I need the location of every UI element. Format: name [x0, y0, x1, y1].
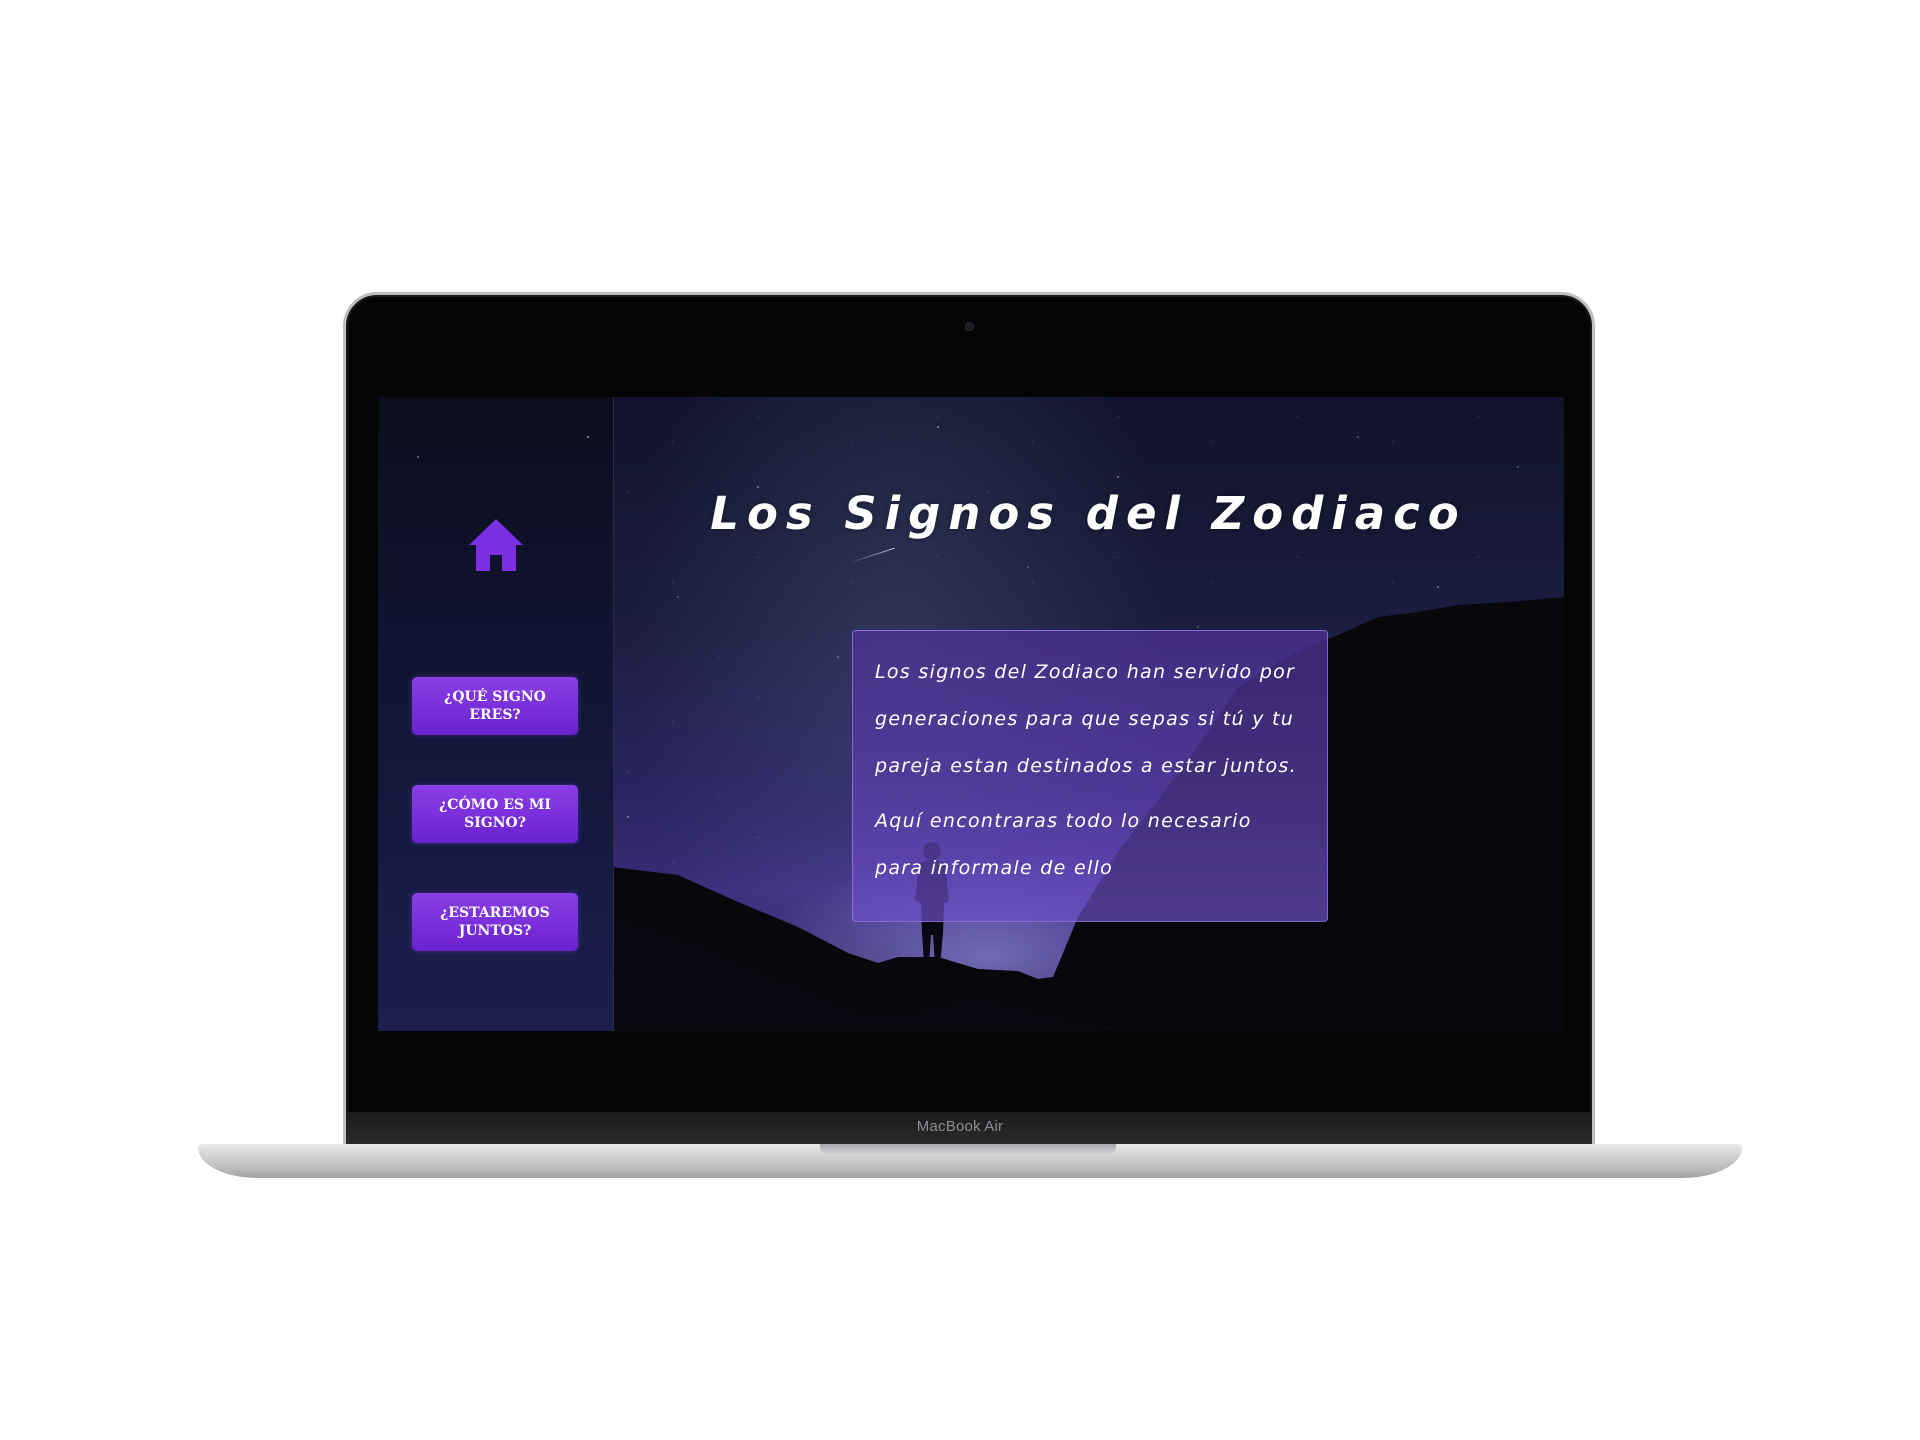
info-card: Los signos del Zodiaco han servido por g… — [852, 630, 1328, 922]
nav-button-estaremos-juntos[interactable]: ¿ESTAREMOS JUNTOS? — [412, 893, 578, 951]
sidebar: ¿QUÉ SIGNO ERES? ¿CÓMO ES MI SIGNO? ¿EST… — [378, 397, 614, 1031]
screen: ¿QUÉ SIGNO ERES? ¿CÓMO ES MI SIGNO? ¿EST… — [378, 397, 1564, 1031]
home-icon[interactable] — [466, 515, 526, 575]
page-title: Los Signos del Zodiaco — [710, 487, 1467, 540]
camera-icon — [966, 323, 973, 330]
nav-button-que-signo-eres[interactable]: ¿QUÉ SIGNO ERES? — [412, 677, 578, 735]
device-label: MacBook Air — [916, 1118, 1004, 1135]
nav-button-como-es-mi-signo[interactable]: ¿CÓMO ES MI SIGNO? — [412, 785, 578, 843]
laptop-mockup: ¿QUÉ SIGNO ERES? ¿CÓMO ES MI SIGNO? ¿EST… — [0, 0, 1920, 1440]
laptop-notch — [820, 1144, 1116, 1156]
info-paragraph-1: Los signos del Zodiaco han servido por g… — [875, 661, 1297, 777]
info-paragraph-2: Aquí encontraras todo lo necesario para … — [875, 810, 1252, 879]
